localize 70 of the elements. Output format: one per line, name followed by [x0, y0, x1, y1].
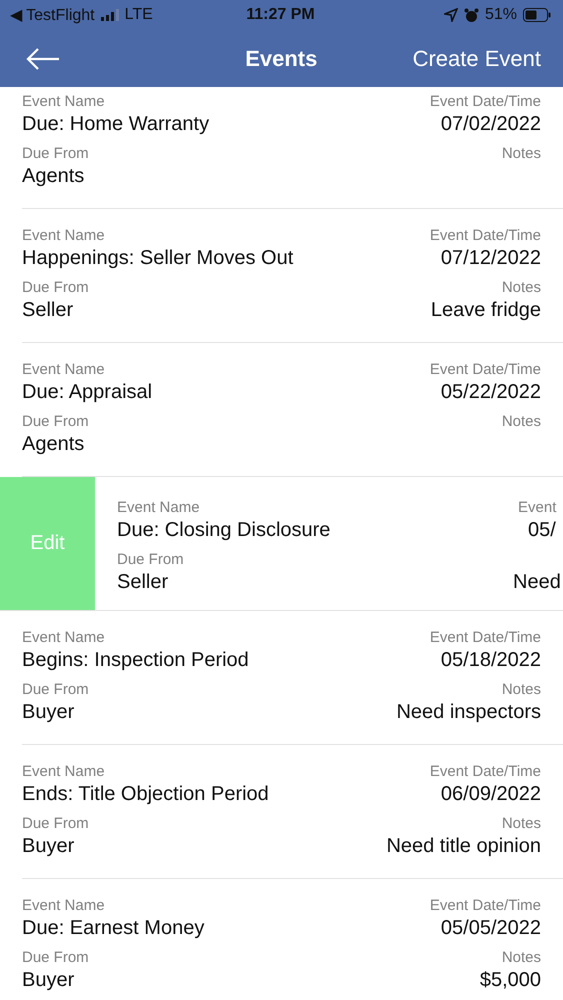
field-label: Due From	[22, 279, 89, 298]
field-label: Event Date/Time	[430, 361, 541, 380]
clock: 11:27 PM	[246, 6, 315, 24]
event-date: 06/09/2022	[440, 783, 541, 807]
event-date: 05/18/2022	[440, 649, 541, 673]
field-label: Event Date/Time	[430, 897, 541, 916]
event-row[interactable]: Event Name Due: Home Warranty Due From Agents Event Date/Time 07/02/2022 Notes	[22, 87, 563, 209]
field-label: Due From	[117, 551, 184, 570]
field-label: Notes	[502, 413, 541, 432]
event-date: 07/02/2022	[440, 113, 541, 137]
network-type: LTE	[124, 6, 153, 24]
event-name: Due: Home Warranty	[22, 113, 210, 137]
event-name: Due: Closing Disclosure	[117, 519, 330, 543]
location-icon	[444, 8, 458, 22]
field-label: Notes	[502, 815, 541, 834]
notes: $5,000	[480, 969, 541, 993]
notes: Need inspectors	[396, 701, 541, 725]
create-event-button[interactable]: Create Event	[412, 46, 541, 72]
event-name: Happenings: Seller Moves Out	[22, 247, 294, 271]
event-row[interactable]: Edit Event Name Due: Closing Disclosure Due From Seller Event 05/ Need	[0, 477, 563, 611]
event-name: Begins: Inspection Period	[22, 649, 249, 673]
due-from: Seller	[22, 299, 74, 323]
field-label: Notes	[502, 279, 541, 298]
due-from: Buyer	[22, 969, 74, 993]
due-from: Buyer	[22, 701, 74, 725]
event-row[interactable]: Event Name Begins: Inspection Period Due From Buyer Event Date/Time 05/18/2022 Notes Need inspectors	[22, 611, 563, 745]
due-from: Buyer	[22, 835, 74, 859]
field-label: Event Name	[22, 763, 105, 782]
event-name: Ends: Title Objection Period	[22, 783, 269, 807]
field-label: Event	[518, 499, 556, 518]
event-row[interactable]: Event Name Happenings: Seller Moves Out Due From Seller Event Date/Time 07/12/2022 Notes Leave fridge	[22, 209, 563, 343]
field-label: Due From	[22, 815, 89, 834]
battery-percent: 51%	[484, 6, 518, 24]
field-label: Event Name	[22, 361, 105, 380]
field-label: Event Date/Time	[430, 629, 541, 648]
field-label: Due From	[22, 145, 89, 164]
event-date: 05/22/2022	[440, 381, 541, 405]
field-label: Event Name	[22, 629, 105, 648]
field-label: Event Date/Time	[430, 93, 541, 112]
battery-icon	[523, 8, 552, 22]
event-row[interactable]: Event Name Due: Earnest Money Due From Buyer Event Date/Time 05/05/2022 Notes $5,000	[22, 879, 563, 1000]
field-label: Notes	[502, 145, 541, 164]
field-label: Due From	[22, 413, 89, 432]
page-title: Events	[245, 46, 318, 72]
field-label: Event Name	[22, 227, 105, 246]
field-label: Event Date/Time	[430, 227, 541, 246]
event-name: Due: Earnest Money	[22, 917, 204, 941]
back-button[interactable]	[26, 46, 60, 70]
event-date: 07/12/2022	[440, 247, 541, 271]
alarm-icon	[464, 8, 479, 22]
field-label: Event Name	[117, 499, 200, 518]
field-label: Notes	[502, 681, 541, 700]
field-label: Event Date/Time	[430, 763, 541, 782]
notes: Need title opinion	[386, 835, 541, 859]
back-arrow-icon	[26, 46, 60, 70]
field-label: Event Name	[22, 93, 105, 112]
signal-icon	[100, 9, 119, 21]
due-from: Agents	[22, 165, 84, 189]
field-label: Due From	[22, 949, 89, 968]
field-label: Notes	[502, 949, 541, 968]
event-row[interactable]: Event Name Ends: Title Objection Period Due From Buyer Event Date/Time 06/09/2022 Notes Need title opinion	[22, 745, 563, 879]
event-name: Due: Appraisal	[22, 381, 152, 405]
field-label: Due From	[22, 681, 89, 700]
field-label: Event Name	[22, 897, 105, 916]
due-from: Seller	[117, 571, 168, 595]
notes: Need	[513, 571, 561, 595]
event-date: 05/05/2022	[440, 917, 541, 941]
event-date: 05/	[528, 519, 556, 543]
notes: Leave fridge	[430, 299, 541, 323]
due-from: Agents	[22, 433, 84, 457]
